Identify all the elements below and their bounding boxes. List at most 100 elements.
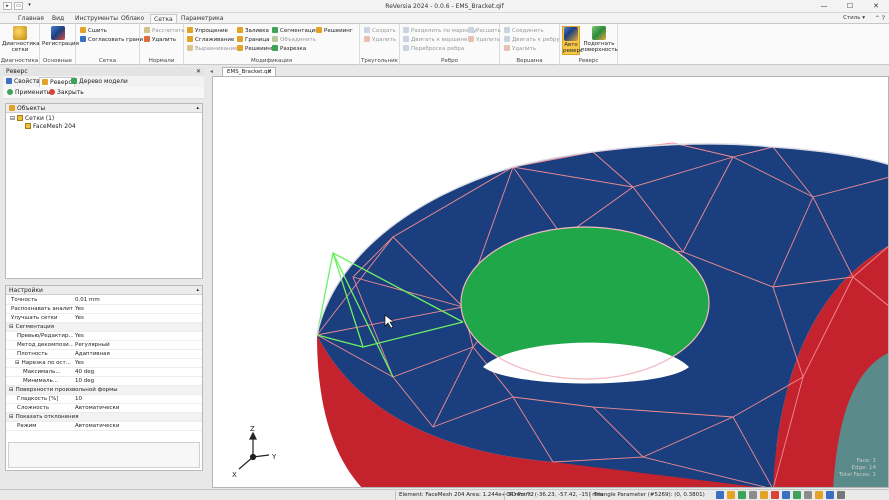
create-triangle-button[interactable]: Создать (364, 27, 396, 35)
settings-row[interactable]: Сложность Автоматически (6, 404, 202, 413)
settings-row[interactable]: Превью/Редактир... Yes (6, 332, 202, 341)
close-tab-icon[interactable]: × (267, 68, 272, 76)
shrink-icon[interactable] (804, 491, 812, 499)
segmentation-button[interactable]: Сегментация (272, 27, 318, 35)
apply-button[interactable]: Применить (7, 89, 50, 97)
tab-cloud[interactable]: Облако (121, 14, 144, 23)
compute-normals-button[interactable]: Рассчитать (144, 27, 185, 35)
split-button[interactable]: Разрезка (272, 45, 306, 53)
expand-icon[interactable]: ⊟ (9, 324, 14, 330)
settings-row[interactable]: Точность 0.01 mm (6, 296, 202, 305)
smoothing-button[interactable]: Сглаживание (187, 36, 234, 44)
fit-surface-button[interactable]: Подогнать поверхность (581, 26, 618, 53)
collapse-icon[interactable]: ▴ (196, 286, 199, 295)
panel-pin-icon[interactable]: ✕ (196, 67, 201, 76)
tree-item-meshes[interactable]: ⊟ Сетки (1) (10, 115, 54, 123)
tab-tools[interactable]: Инструменты (75, 14, 118, 23)
settings-row[interactable]: Улучшать сетки Yes (6, 314, 202, 323)
delete-normals-button[interactable]: Удалить (144, 36, 176, 44)
simplify-button[interactable]: Упрощение (187, 27, 228, 35)
settings-row[interactable]: Минималь... 10 deg (6, 377, 202, 386)
collapse-icon[interactable]: ▴ (196, 104, 199, 113)
boundary-button[interactable]: Граница (237, 36, 270, 44)
settings-value[interactable]: Автоматически (75, 422, 119, 431)
edge-select-icon[interactable] (738, 491, 746, 499)
settings-value[interactable]: 40 deg (75, 368, 94, 377)
tab-properties[interactable]: Свойства (6, 77, 43, 87)
lasso-icon[interactable] (760, 491, 768, 499)
settings-row[interactable]: Метод декомпози... Регулярный (6, 341, 202, 350)
move-to-vertex-button[interactable]: Двигать к вершине (403, 36, 467, 44)
unstitch-button[interactable]: Расшить (468, 27, 501, 35)
grow-icon[interactable] (793, 491, 801, 499)
close-panel-button[interactable]: Закрыть (49, 89, 84, 97)
checkbox-icon[interactable] (25, 123, 31, 129)
auto-reverse-button[interactable]: Авто реверс (562, 26, 583, 55)
settings-row[interactable]: Максималь... 40 deg (6, 368, 202, 377)
settings-category[interactable]: ⊟ Сегментация (6, 323, 202, 332)
registration-button[interactable]: Регистрация (42, 26, 79, 47)
match-faces-button[interactable]: Согласовать грани (80, 36, 143, 44)
settings-value[interactable]: Yes (75, 305, 84, 314)
expand-icon[interactable]: ⊟ (15, 360, 20, 366)
settings-row[interactable]: ⊟ Нарезка по ост... Yes (6, 359, 202, 368)
tab-reverse[interactable]: Реверс (39, 77, 75, 87)
vertex-select-icon[interactable] (749, 491, 757, 499)
merge-button[interactable]: Объединить (272, 36, 316, 44)
camera-icon[interactable] (826, 491, 834, 499)
tab-home[interactable]: Главная (18, 14, 44, 23)
settings-row[interactable]: Распознавать аналити...Yes (6, 305, 202, 314)
tab-parametrics[interactable]: Параметрика (181, 14, 223, 23)
settings-row[interactable]: Режим Автоматически (6, 422, 202, 431)
close-button[interactable]: ✕ (863, 0, 889, 12)
align-button[interactable]: Выравнивание (187, 45, 238, 53)
tree-item-facemesh[interactable]: FaceMesh 204 (25, 123, 76, 131)
settings-category[interactable]: ⊟ Поверхности произвольной формы (6, 386, 202, 395)
move-to-edge-button[interactable]: Двигать к ребру (504, 36, 560, 44)
tab-view[interactable]: Вид (52, 14, 64, 23)
style-menu[interactable]: Стиль ▾ (843, 14, 865, 23)
settings-value[interactable]: Yes (75, 359, 84, 368)
expand-icon[interactable]: ⊟ (9, 414, 14, 420)
settings-category[interactable]: ⊟ Показать отклонения (6, 413, 202, 422)
fill-button[interactable]: Заливка (237, 27, 269, 35)
split-by-marker-button[interactable]: Разделить по маркеру (403, 27, 476, 35)
settings-row[interactable]: Гладкость [%] 10 (6, 395, 202, 404)
checkbox-icon[interactable] (16, 115, 23, 121)
flip-edge-button[interactable]: Переброска ребра (403, 45, 464, 53)
tab-mesh[interactable]: Сетка (150, 14, 177, 23)
triangle-select-icon[interactable] (727, 491, 735, 499)
document-tab[interactable]: EMS_Bracket.qif × (222, 67, 276, 76)
settings-value[interactable]: Адаптивная (75, 350, 110, 359)
fit-view-icon[interactable] (815, 491, 823, 499)
settings-value[interactable]: Автоматически (75, 404, 119, 413)
mesh-diagnostics-button[interactable]: Диагностика сетки (2, 26, 40, 53)
minimize-button[interactable]: — (811, 0, 837, 12)
mesh-render[interactable]: Z Y X (213, 77, 889, 488)
expand-icon[interactable]: ⊟ (9, 387, 14, 393)
tab-model-tree[interactable]: Дерево модели (71, 77, 128, 87)
settings-row[interactable]: Плотность Адаптивная (6, 350, 202, 359)
invert-icon[interactable] (782, 491, 790, 499)
expand-icon[interactable]: ⊟ (10, 115, 15, 122)
stitch-button[interactable]: Сшить (80, 27, 107, 35)
settings-value[interactable]: Регулярный (75, 341, 110, 350)
brush-icon[interactable] (771, 491, 779, 499)
delete-triangle-button[interactable]: Удалить (364, 36, 396, 44)
settings-icon[interactable] (837, 491, 845, 499)
ribbon-collapse-icon[interactable]: ⌃ ? (875, 14, 885, 23)
settings-value[interactable]: Yes (75, 332, 84, 341)
connect-button[interactable]: Соединить (504, 27, 544, 35)
delete-vertex-button[interactable]: Удалить (504, 45, 536, 53)
maximize-button[interactable]: ☐ (837, 0, 863, 12)
tab-scroll-icon[interactable]: ◂ (210, 68, 213, 75)
settings-value[interactable]: 10 deg (75, 377, 94, 386)
settings-value[interactable]: Yes (75, 314, 84, 323)
settings-value[interactable]: 10 (75, 395, 82, 404)
delete-edge-button[interactable]: Удалить (468, 36, 500, 44)
remesh-alt-button[interactable]: Решеиинг (316, 27, 353, 35)
select-mode-icon[interactable] (716, 491, 724, 499)
3d-viewport[interactable]: Z Y X Face: 1 Edge: 14 Total Faces: 1 (212, 76, 889, 488)
settings-value[interactable]: 0.01 mm (75, 296, 100, 305)
remesh-button[interactable]: Решеиинг (237, 45, 274, 53)
